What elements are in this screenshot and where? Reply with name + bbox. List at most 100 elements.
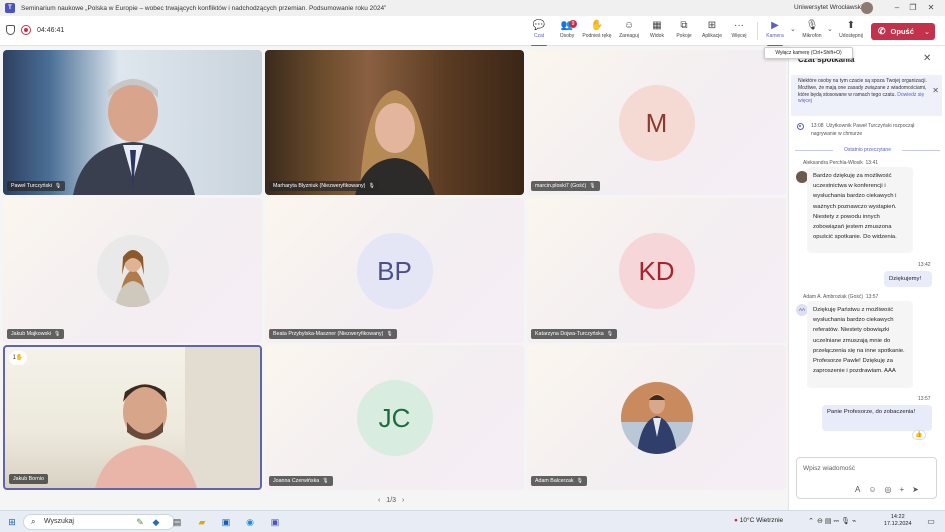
people-button[interactable]: 👥 9 Osoby xyxy=(552,19,582,45)
chat-button[interactable]: 💬 Czat xyxy=(524,19,554,47)
leave-options-chevron-icon[interactable]: ⌄ xyxy=(924,28,930,36)
loop-icon[interactable]: ◎ xyxy=(885,485,892,494)
weather-status[interactable]: ● 10°C Wietrznie xyxy=(734,517,783,524)
teams-logo-icon: T xyxy=(5,3,15,13)
show-hidden-icons-chevron-icon[interactable]: ⌃ xyxy=(806,515,816,529)
message-meta: Aleksandra Perchla-Włosik 13:41 xyxy=(803,160,879,166)
apps-icon: ⊞ xyxy=(707,20,717,31)
people-count-badge: 9 xyxy=(569,20,577,28)
chat-message-own: Panie Profesorze, do zobaczenia! xyxy=(822,405,932,431)
previous-page-button[interactable]: ‹ xyxy=(378,497,380,504)
chat-composer[interactable]: Wpisz wiadomość A ☺ ◎ + ➤ xyxy=(796,457,937,499)
outlook-icon[interactable]: ▣ xyxy=(220,515,232,529)
leave-label: Opuść xyxy=(890,27,914,36)
chat-message: Bardzo dziękuję za możliwość uczestnictw… xyxy=(807,167,913,253)
microphone-button[interactable]: 🎙 Mikrofon xyxy=(797,19,827,45)
file-explorer-icon[interactable]: ▰ xyxy=(196,515,208,529)
task-view-icon[interactable]: ▤ xyxy=(171,515,183,529)
message-time: 13:42 xyxy=(918,262,931,268)
weather-alert-icon: ● xyxy=(734,517,738,524)
attach-icon[interactable]: + xyxy=(900,485,905,494)
message-time: 13:57 xyxy=(918,396,931,402)
participant-tile[interactable]: Marharyta Blyzniuk (Niezweryfikowany) 🎙 xyxy=(265,50,524,195)
title-bar: T Seminarium naukowe „Polska w Europie –… xyxy=(0,0,945,16)
system-tray-icons[interactable]: ⊖▤⎓🎙⌁ xyxy=(817,515,867,529)
emoji-icon[interactable]: ☺ xyxy=(868,485,876,494)
react-button[interactable]: ☺ Zareaguj xyxy=(614,19,644,45)
participant-initials-avatar: M xyxy=(618,84,695,161)
participant-photo-avatar xyxy=(96,234,169,307)
share-button[interactable]: ⬆ Udostępnij xyxy=(836,19,866,45)
camera-icon: ▶ xyxy=(771,20,779,31)
minimize-button[interactable]: – xyxy=(889,0,905,16)
participant-name-tag: Jakub Majkowski 🎙 xyxy=(7,329,65,339)
edge-icon[interactable]: ◉ xyxy=(244,515,256,529)
shield-icon[interactable] xyxy=(6,25,15,35)
mic-muted-icon: 🎙 xyxy=(606,331,614,337)
dismiss-notice-icon[interactable]: ✕ xyxy=(932,87,939,95)
participant-video xyxy=(355,90,435,195)
weather-widget-icon[interactable]: ◆ xyxy=(150,515,162,529)
gallery-pager: ‹ 1/3 › xyxy=(378,497,404,504)
next-page-button[interactable]: › xyxy=(402,497,404,504)
participant-tile-active-speaker[interactable]: 1✋ Jakub Bornio xyxy=(3,345,262,490)
toolbar-divider xyxy=(757,22,758,40)
search-icon: ⌕ xyxy=(31,517,36,526)
camera-button[interactable]: ▶ Kamera xyxy=(760,19,790,47)
taskbar-clock[interactable]: 14:22 17.12.2024 xyxy=(884,514,912,528)
windows-start-icon[interactable]: ⊞ xyxy=(6,515,18,529)
last-read-divider: Ostatnio przeczytane xyxy=(795,146,940,154)
participant-name-tag: Marharyta Blyzniuk (Niezweryfikowany) 🎙 xyxy=(269,181,379,191)
windows-taskbar: ⊞ ⌕ Wyszukaj ✎ ◆ ▤ ▰ ▣ ◉ ▣ ● 10°C Wietrz… xyxy=(0,510,945,532)
participant-tile[interactable]: Jakub Majkowski 🎙 xyxy=(3,198,262,343)
people-icon: 👥 xyxy=(560,20,574,31)
widget-icon[interactable]: ✎ xyxy=(133,515,147,529)
send-icon[interactable]: ➤ xyxy=(912,485,919,494)
notifications-icon[interactable]: ▭ xyxy=(924,515,938,529)
leave-button[interactable]: ✆ Opuść ⌄ xyxy=(871,23,935,40)
participant-tile[interactable]: KD Katarzyna Dojwa-Turczyńska 🎙 xyxy=(527,198,786,343)
participant-video xyxy=(73,79,195,195)
participant-tile[interactable]: BP Beata Przybylska-Maszner (Niezweryfik… xyxy=(265,198,524,343)
rooms-button[interactable]: ⧉ Pokoje xyxy=(669,19,699,45)
meeting-chat-panel: Czat spotkania ✕ Niektóre osoby na tym c… xyxy=(788,46,945,510)
mic-options-chevron-icon[interactable]: ⌄ xyxy=(827,25,833,33)
camera-options-chevron-icon[interactable]: ⌄ xyxy=(790,25,796,33)
react-icon: ☺ xyxy=(623,20,635,31)
participant-name-tag: Jakub Bornio xyxy=(9,474,48,484)
participant-tile[interactable]: JC Joanna Czerwińska 🎙 xyxy=(265,345,524,490)
recording-started-message: 13:08 Użytkownik Paweł Turczyński rozpoc… xyxy=(795,122,940,138)
camera-tooltip: Wyłącz kamerę (Ctrl+Shift+O) xyxy=(764,47,853,59)
more-button[interactable]: ··· Więcej xyxy=(724,19,754,45)
close-window-button[interactable]: ✕ xyxy=(923,0,939,16)
account-name[interactable]: Uniwersytet Wrocławski xyxy=(794,0,863,16)
recording-icon xyxy=(21,25,31,35)
participant-name-tag: marcin.ploski7 (Gość) 🎙 xyxy=(531,181,600,191)
apps-button[interactable]: ⊞ Aplikacje xyxy=(697,19,727,45)
account-avatar[interactable] xyxy=(861,2,873,14)
participant-tile[interactable]: Paweł Turczyński 🎙 xyxy=(3,50,262,195)
raise-hand-icon: ✋ xyxy=(590,20,604,31)
teams-meeting-window: { "window": { "title": "Seminarium nauko… xyxy=(0,0,945,532)
participant-tile[interactable]: M marcin.ploski7 (Gość) 🎙 xyxy=(527,50,786,195)
format-icon[interactable]: A xyxy=(855,485,860,494)
message-input-placeholder: Wpisz wiadomość xyxy=(803,465,856,472)
close-chat-icon[interactable]: ✕ xyxy=(923,53,931,64)
message-meta: Adam A. Ambroziak (Gość) 13:57 xyxy=(803,294,879,300)
participant-video xyxy=(95,347,260,488)
participant-tile[interactable]: Adam Balcerzak 🎙 xyxy=(527,345,786,490)
view-icon: ▦ xyxy=(652,20,662,31)
participant-initials-avatar: BP xyxy=(356,232,433,309)
mic-muted-icon: 🎙 xyxy=(322,478,329,484)
recording-status-icon xyxy=(797,123,804,130)
teams-icon[interactable]: ▣ xyxy=(268,515,282,529)
view-button[interactable]: ▦ Widok xyxy=(642,19,672,45)
message-reaction[interactable]: 👍 xyxy=(912,430,926,440)
raise-hand-button[interactable]: ✋ Podnieś rękę xyxy=(582,19,612,45)
hand-raised-reaction-badge: 1✋ xyxy=(9,351,27,365)
mic-muted-icon: 🎙 xyxy=(576,478,583,484)
mic-muted-icon: 🎙 xyxy=(386,331,393,337)
restore-button[interactable]: ❐ xyxy=(905,0,921,16)
mic-muted-icon: 🎙 xyxy=(589,183,596,189)
page-indicator: 1/3 xyxy=(386,497,397,504)
